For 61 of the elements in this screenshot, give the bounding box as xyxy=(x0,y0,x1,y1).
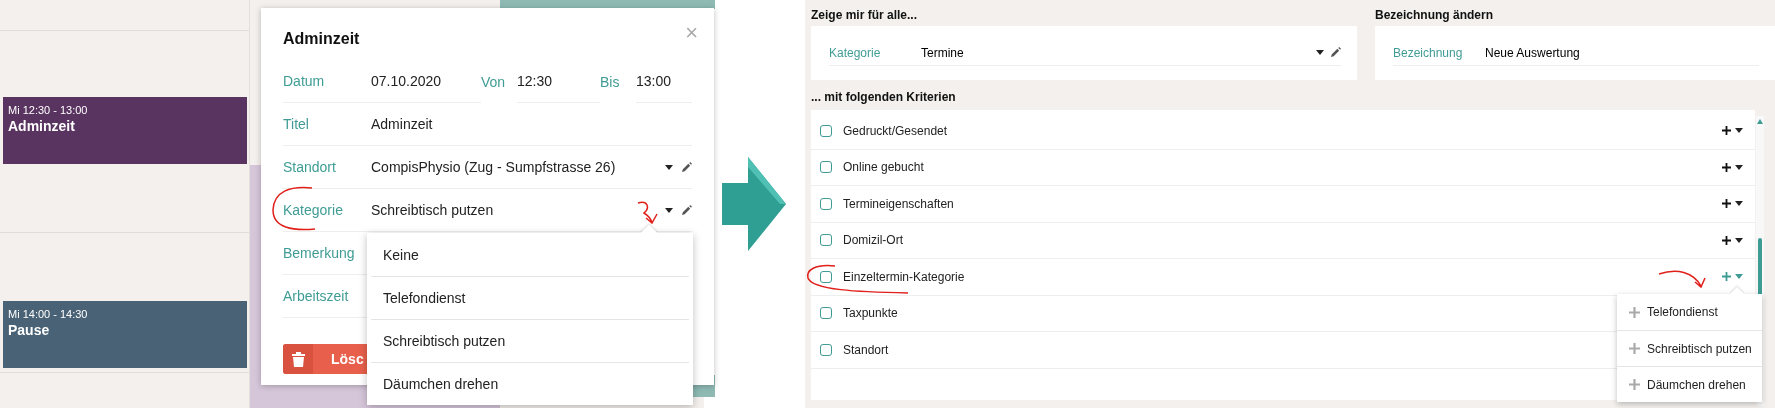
checkbox[interactable] xyxy=(820,270,832,283)
criteria-label: Einzeltermin-Kategorie xyxy=(843,269,965,284)
plus-icon[interactable] xyxy=(1722,199,1731,209)
criteria-label: Gedruckt/Gesendet xyxy=(843,123,948,138)
criteria-label: Domizil-Ort xyxy=(843,233,903,248)
event-title: Pause xyxy=(8,322,51,338)
date-field[interactable]: 07.10.2020 xyxy=(371,60,481,103)
criteria-label: Online gebucht xyxy=(843,160,924,175)
scroll-up-icon[interactable] xyxy=(1756,118,1764,124)
select-field[interactable]: CompisPhysio (Zug - Sumpfstrasse 26) xyxy=(371,146,692,189)
menu-item[interactable]: Schreibtisch putzen xyxy=(1617,330,1762,366)
time-field[interactable]: 12:30 xyxy=(517,60,579,103)
event-title: Adminzeit xyxy=(8,118,76,134)
section-heading: Bezeichnung ändern xyxy=(1375,7,1494,24)
trash-icon xyxy=(291,351,305,367)
menu-item[interactable]: Telefondienst xyxy=(1617,294,1762,330)
field-label: Bezeichnung xyxy=(1393,40,1483,66)
checkbox[interactable] xyxy=(820,234,832,247)
criteria-label: Standort xyxy=(843,342,889,357)
calendar-event[interactable]: Mi 12:30 - 13:00 Adminzeit xyxy=(3,97,247,164)
pencil-icon[interactable] xyxy=(681,161,692,173)
checkbox[interactable] xyxy=(820,307,832,320)
caret-icon[interactable] xyxy=(665,207,673,213)
caret-icon[interactable] xyxy=(665,164,673,170)
field-label: Bis xyxy=(600,72,621,92)
caret-icon[interactable] xyxy=(1316,50,1324,55)
checkbox[interactable] xyxy=(820,124,832,137)
plus-icon[interactable] xyxy=(1722,162,1731,172)
input-field[interactable]: Adminzeit xyxy=(371,103,692,146)
checkbox[interactable] xyxy=(820,197,832,210)
arrow-icon xyxy=(722,157,787,251)
caret-icon[interactable] xyxy=(1735,237,1743,243)
field-label: Standort xyxy=(283,146,371,189)
field-label: Titel xyxy=(283,103,371,146)
event-time: Mi 12:30 - 13:00 xyxy=(8,104,89,116)
input-field[interactable]: Neue Auswertung xyxy=(1483,40,1759,66)
criteria-label: Termineigenschaften xyxy=(843,196,954,211)
time-field[interactable]: 13:00 xyxy=(636,60,692,103)
caret-icon[interactable] xyxy=(1735,128,1743,134)
plus-icon[interactable] xyxy=(1722,126,1731,136)
criteria-label: Taxpunkte xyxy=(843,306,898,321)
select-field[interactable]: Termine xyxy=(919,40,1341,66)
menu-item[interactable]: Däumchen drehen xyxy=(371,362,689,405)
caret-icon[interactable] xyxy=(1735,164,1743,170)
section-heading: ... mit folgenden Kriterien xyxy=(811,89,957,106)
field-label: Kategorie xyxy=(283,189,371,232)
menu-item[interactable]: Däumchen drehen xyxy=(1617,366,1762,402)
pencil-icon[interactable] xyxy=(681,204,692,216)
section-heading: Zeige mir für alle... xyxy=(811,7,919,24)
event-time: Mi 14:00 - 14:30 xyxy=(8,308,89,320)
field-label: Datum xyxy=(283,60,371,103)
checkbox[interactable] xyxy=(820,343,832,356)
field-label: Von xyxy=(481,72,507,92)
field-label: Kategorie xyxy=(829,40,919,66)
popup-title: Adminzeit xyxy=(283,30,361,49)
annotation-drawing xyxy=(1657,270,1709,290)
pencil-icon[interactable] xyxy=(1330,47,1341,58)
checkbox[interactable] xyxy=(820,161,832,174)
calendar-event[interactable]: Mi 14:00 - 14:30 Pause xyxy=(3,301,247,368)
caret-icon[interactable] xyxy=(1735,201,1743,207)
plus-icon[interactable] xyxy=(1722,235,1731,245)
